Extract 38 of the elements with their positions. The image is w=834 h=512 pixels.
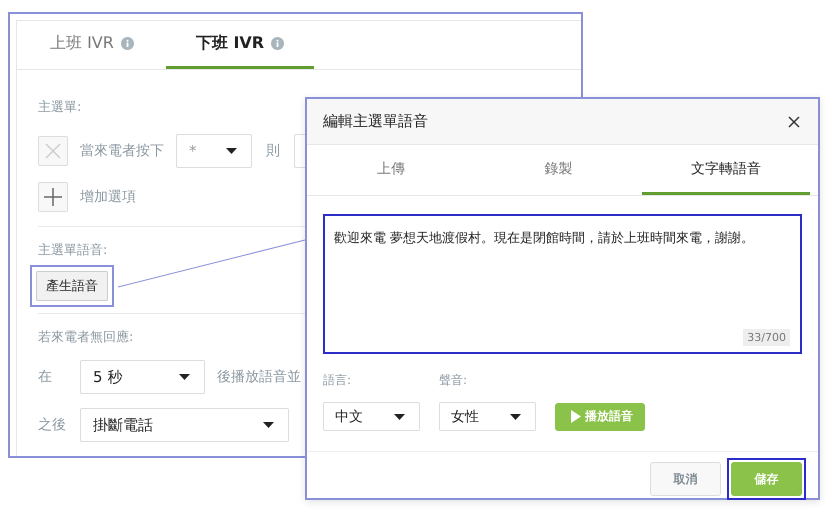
- tab[interactable]: 上傳: [307, 145, 475, 195]
- caret-icon: [394, 414, 405, 420]
- generate-voice-button[interactable]: 產生語音: [36, 271, 108, 301]
- close-icon: [788, 116, 800, 128]
- message-text: 歡迎來電 夢想天地渡假村。現在是閉館時間，請於上班時間來電，謝謝。: [334, 231, 754, 246]
- add-button[interactable]: [38, 182, 68, 212]
- close-icon: [45, 143, 61, 159]
- caret-icon: [226, 148, 237, 154]
- voice-dropdown[interactable]: 女性: [439, 402, 536, 431]
- after-action-dropdown[interactable]: 掛斷電話: [80, 408, 289, 442]
- caret-icon: [263, 422, 274, 428]
- tab[interactable]: 上班 IVR: [32, 21, 152, 69]
- tab[interactable]: 文字轉語音: [642, 145, 810, 195]
- close-button[interactable]: [788, 116, 800, 128]
- then-label: 則: [266, 142, 280, 160]
- section-label: 主選單:: [38, 99, 82, 116]
- section-label: 若來電者無回應:: [38, 329, 134, 346]
- field-label: 語言:: [323, 372, 352, 389]
- tab[interactable]: 錄製: [474, 145, 642, 195]
- message-field[interactable]: 歡迎來電 夢想天地渡假村。現在是閉館時間，請於上班時間來電，謝謝。 33/700: [323, 214, 802, 354]
- play-icon: [571, 410, 581, 423]
- caret-icon: [510, 414, 521, 420]
- plus-icon: [44, 188, 62, 206]
- add-option-label: 增加選項: [80, 188, 136, 206]
- field-label: 聲音:: [439, 372, 468, 389]
- delay-dropdown[interactable]: 5 秒: [80, 360, 205, 394]
- section-label: 主選單語音:: [38, 242, 108, 259]
- wait-label: 在: [38, 368, 53, 386]
- wait-suffix: 後播放語音並: [217, 368, 301, 386]
- info-icon: [271, 37, 284, 50]
- language-dropdown[interactable]: 中文: [323, 402, 420, 431]
- char-counter: 33/700: [743, 329, 790, 346]
- after-label: 之後: [38, 416, 67, 434]
- dialog-title: 編輯主選單語音: [323, 112, 428, 131]
- tab[interactable]: 下班 IVR: [166, 21, 314, 69]
- info-icon: [120, 37, 134, 50]
- caret-icon: [179, 374, 190, 380]
- option-label: 當來電者按下: [80, 142, 164, 160]
